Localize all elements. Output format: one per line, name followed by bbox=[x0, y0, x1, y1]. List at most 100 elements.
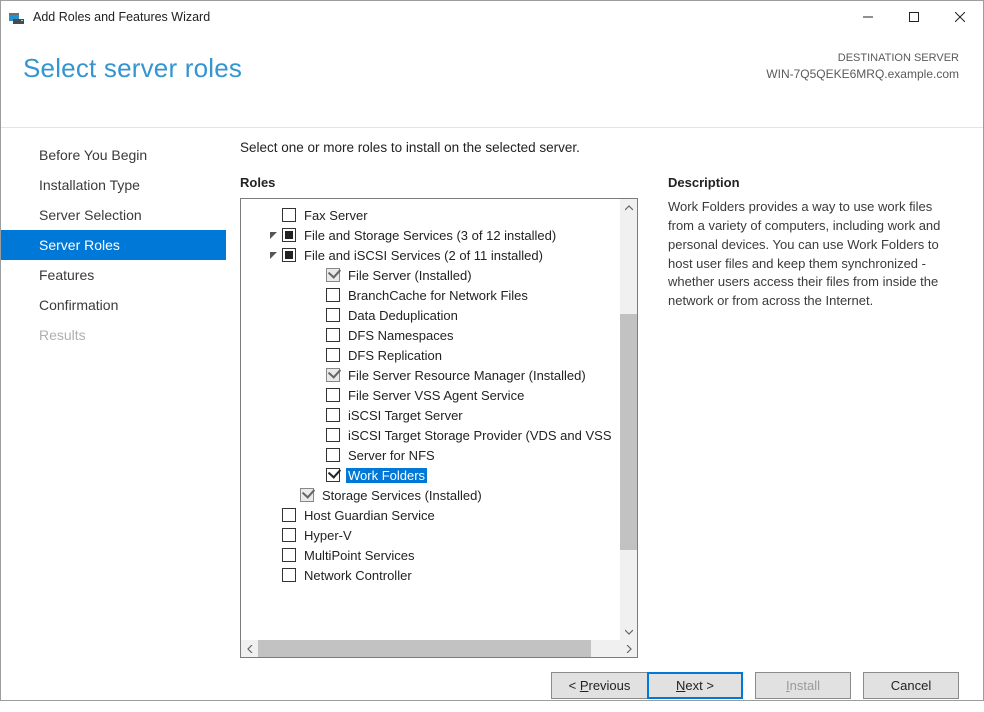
nav-button-group: < Previous Next > bbox=[551, 672, 743, 699]
roles-column: Roles Fax ServerFile and Storage Service… bbox=[240, 175, 638, 658]
arrow-spacer bbox=[311, 309, 324, 322]
tree-node[interactable]: File Server Resource Manager (Installed) bbox=[249, 365, 637, 385]
tree-node-label: Network Controller bbox=[302, 568, 414, 583]
description-column: Description Work Folders provides a way … bbox=[668, 175, 959, 658]
wizard-step[interactable]: Installation Type bbox=[1, 170, 226, 200]
arrow-spacer bbox=[267, 569, 280, 582]
checkbox[interactable] bbox=[282, 528, 296, 542]
instruction-text: Select one or more roles to install on t… bbox=[240, 140, 959, 155]
tree-node[interactable]: Host Guardian Service bbox=[249, 505, 637, 525]
checkbox[interactable] bbox=[326, 448, 340, 462]
close-button[interactable] bbox=[937, 1, 983, 33]
checkbox[interactable] bbox=[326, 428, 340, 442]
wizard-step[interactable]: Server Selection bbox=[1, 200, 226, 230]
checkbox[interactable] bbox=[282, 548, 296, 562]
tree-node[interactable]: MultiPoint Services bbox=[249, 545, 637, 565]
checkbox[interactable] bbox=[282, 208, 296, 222]
wizard-step[interactable]: Server Roles bbox=[1, 230, 226, 260]
destination-server-name: WIN-7Q5QEKE6MRQ.example.com bbox=[766, 66, 959, 83]
scroll-up-button[interactable] bbox=[620, 199, 637, 216]
horizontal-scrollbar[interactable] bbox=[241, 640, 637, 657]
arrow-spacer bbox=[267, 509, 280, 522]
tree-node[interactable]: iSCSI Target Server bbox=[249, 405, 637, 425]
wizard-step[interactable]: Before You Begin bbox=[1, 140, 226, 170]
page-title: Select server roles bbox=[23, 53, 242, 84]
checkbox[interactable] bbox=[326, 348, 340, 362]
scroll-thumb-horizontal[interactable] bbox=[258, 640, 591, 657]
tree-node[interactable]: iSCSI Target Storage Provider (VDS and V… bbox=[249, 425, 637, 445]
checkbox bbox=[326, 368, 340, 382]
scroll-right-button[interactable] bbox=[620, 640, 637, 657]
arrow-spacer bbox=[311, 329, 324, 342]
arrow-spacer bbox=[267, 529, 280, 542]
scroll-track-vertical[interactable] bbox=[620, 216, 637, 623]
tree-node[interactable]: Data Deduplication bbox=[249, 305, 637, 325]
wizard-step: Results bbox=[1, 320, 226, 350]
checkbox bbox=[326, 268, 340, 282]
previous-button[interactable]: < Previous bbox=[551, 672, 647, 699]
checkbox[interactable] bbox=[326, 328, 340, 342]
arrow-spacer bbox=[267, 549, 280, 562]
columns: Roles Fax ServerFile and Storage Service… bbox=[240, 175, 959, 658]
checkbox[interactable] bbox=[326, 408, 340, 422]
tree-node-label: Server for NFS bbox=[346, 448, 437, 463]
scroll-down-button[interactable] bbox=[620, 623, 637, 640]
tree-node-label: File Server (Installed) bbox=[346, 268, 474, 283]
checkbox[interactable] bbox=[326, 468, 340, 482]
checkbox[interactable] bbox=[326, 288, 340, 302]
tree-node[interactable]: Server for NFS bbox=[249, 445, 637, 465]
window-title: Add Roles and Features Wizard bbox=[33, 10, 210, 24]
checkbox bbox=[300, 488, 314, 502]
vertical-scrollbar[interactable] bbox=[620, 199, 637, 640]
tree-node[interactable]: Network Controller bbox=[249, 565, 637, 585]
arrow-spacer bbox=[311, 429, 324, 442]
chevron-down-icon[interactable] bbox=[267, 229, 280, 242]
tree-node[interactable]: Fax Server bbox=[249, 205, 637, 225]
tree-node-label: File and iSCSI Services (2 of 11 install… bbox=[302, 248, 545, 263]
scroll-left-button[interactable] bbox=[241, 640, 258, 657]
description-text: Work Folders provides a way to use work … bbox=[668, 198, 959, 311]
tree-node[interactable]: DFS Replication bbox=[249, 345, 637, 365]
cancel-button[interactable]: Cancel bbox=[863, 672, 959, 699]
arrow-spacer bbox=[311, 469, 324, 482]
checkbox[interactable] bbox=[326, 388, 340, 402]
tree-node[interactable]: File Server (Installed) bbox=[249, 265, 637, 285]
checkbox[interactable] bbox=[282, 228, 296, 242]
tree-node[interactable]: DFS Namespaces bbox=[249, 325, 637, 345]
tree-node-label: Fax Server bbox=[302, 208, 370, 223]
scroll-track-horizontal[interactable] bbox=[258, 640, 620, 657]
description-heading: Description bbox=[668, 175, 959, 190]
chevron-down-icon[interactable] bbox=[267, 249, 280, 262]
checkbox[interactable] bbox=[282, 568, 296, 582]
main-panel: Select one or more roles to install on t… bbox=[226, 128, 983, 658]
tree-node[interactable]: Work Folders bbox=[249, 465, 637, 485]
tree-node-label: iSCSI Target Server bbox=[346, 408, 465, 423]
tree-node[interactable]: BranchCache for Network Files bbox=[249, 285, 637, 305]
wizard-step[interactable]: Confirmation bbox=[1, 290, 226, 320]
roles-tree-viewport[interactable]: Fax Server File and Storage Services (3 o… bbox=[241, 199, 637, 640]
tree-node[interactable]: File and iSCSI Services (2 of 11 install… bbox=[249, 245, 637, 265]
checkbox[interactable] bbox=[282, 508, 296, 522]
tree-node-label: DFS Replication bbox=[346, 348, 444, 363]
tree-node-label: Hyper-V bbox=[302, 528, 354, 543]
checkbox[interactable] bbox=[282, 248, 296, 262]
arrow-spacer bbox=[311, 289, 324, 302]
maximize-button[interactable] bbox=[891, 1, 937, 33]
destination-server-block: DESTINATION SERVER WIN-7Q5QEKE6MRQ.examp… bbox=[766, 51, 959, 83]
roles-tree: Fax Server File and Storage Services (3 o… bbox=[241, 199, 637, 640]
tree-node[interactable]: Hyper-V bbox=[249, 525, 637, 545]
next-button[interactable]: Next > bbox=[647, 672, 743, 699]
tree-node-label: File Server Resource Manager (Installed) bbox=[346, 368, 588, 383]
wizard-step[interactable]: Features bbox=[1, 260, 226, 290]
wizard-body: Before You BeginInstallation TypeServer … bbox=[1, 128, 983, 658]
tree-node[interactable]: File Server VSS Agent Service bbox=[249, 385, 637, 405]
checkbox[interactable] bbox=[326, 308, 340, 322]
install-button[interactable]: Install bbox=[755, 672, 851, 699]
tree-node[interactable]: Storage Services (Installed) bbox=[249, 485, 637, 505]
scroll-thumb-vertical[interactable] bbox=[620, 314, 637, 550]
tree-node-label: iSCSI Target Storage Provider (VDS and V… bbox=[346, 428, 614, 443]
minimize-button[interactable] bbox=[845, 1, 891, 33]
arrow-spacer bbox=[311, 449, 324, 462]
tree-node-label: File Server VSS Agent Service bbox=[346, 388, 526, 403]
tree-node[interactable]: File and Storage Services (3 of 12 insta… bbox=[249, 225, 637, 245]
